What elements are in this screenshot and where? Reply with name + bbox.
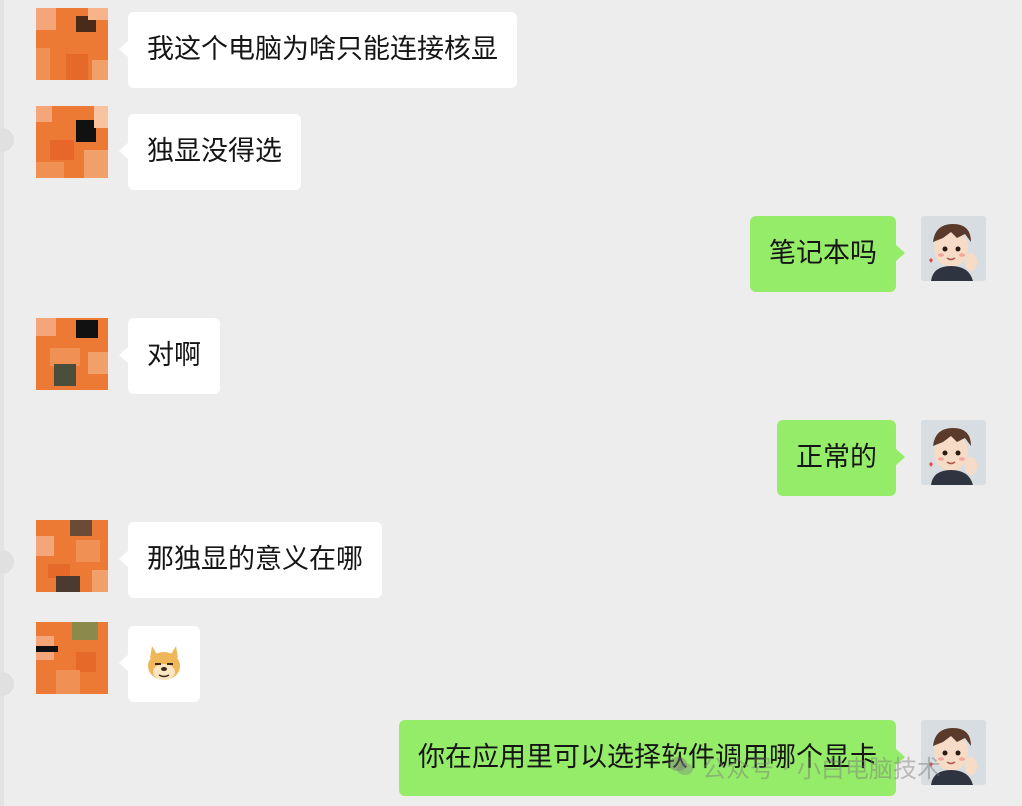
message-bubble[interactable]: 正常的 xyxy=(777,420,905,496)
cartoon-boy-avatar-icon xyxy=(921,216,986,281)
cartoon-boy-avatar-icon xyxy=(921,420,986,485)
message-bubble[interactable] xyxy=(119,626,200,702)
avatar[interactable] xyxy=(36,8,108,80)
scroll-tab[interactable] xyxy=(0,550,14,574)
avatar[interactable] xyxy=(36,520,108,592)
message-bubble[interactable]: 那独显的意义在哪 xyxy=(119,522,382,598)
message-bubble[interactable]: 我这个电脑为啥只能连接核显 xyxy=(119,12,517,88)
pixelated-avatar-icon xyxy=(36,106,108,178)
pixelated-avatar-icon xyxy=(36,520,108,592)
watermark: 公众号 · 小白电脑技术 xyxy=(668,748,941,784)
scroll-tab[interactable] xyxy=(0,672,14,696)
doge-emoji-icon xyxy=(148,646,180,680)
pixelated-avatar-icon xyxy=(36,622,108,694)
scroll-tab[interactable] xyxy=(0,128,14,152)
avatar[interactable] xyxy=(36,318,108,390)
message-bubble[interactable]: 对啊 xyxy=(119,318,220,394)
watermark-text: 公众号 · 小白电脑技术 xyxy=(702,754,941,783)
message-bubble[interactable]: 独显没得选 xyxy=(119,114,301,190)
avatar[interactable] xyxy=(36,106,108,178)
pixelated-avatar-icon xyxy=(36,318,108,390)
message-bubble[interactable]: 笔记本吗 xyxy=(750,216,905,292)
avatar[interactable] xyxy=(36,622,108,694)
avatar[interactable] xyxy=(921,216,986,281)
avatar[interactable] xyxy=(921,420,986,485)
wechat-icon xyxy=(669,757,693,775)
pixelated-avatar-icon xyxy=(36,8,108,80)
